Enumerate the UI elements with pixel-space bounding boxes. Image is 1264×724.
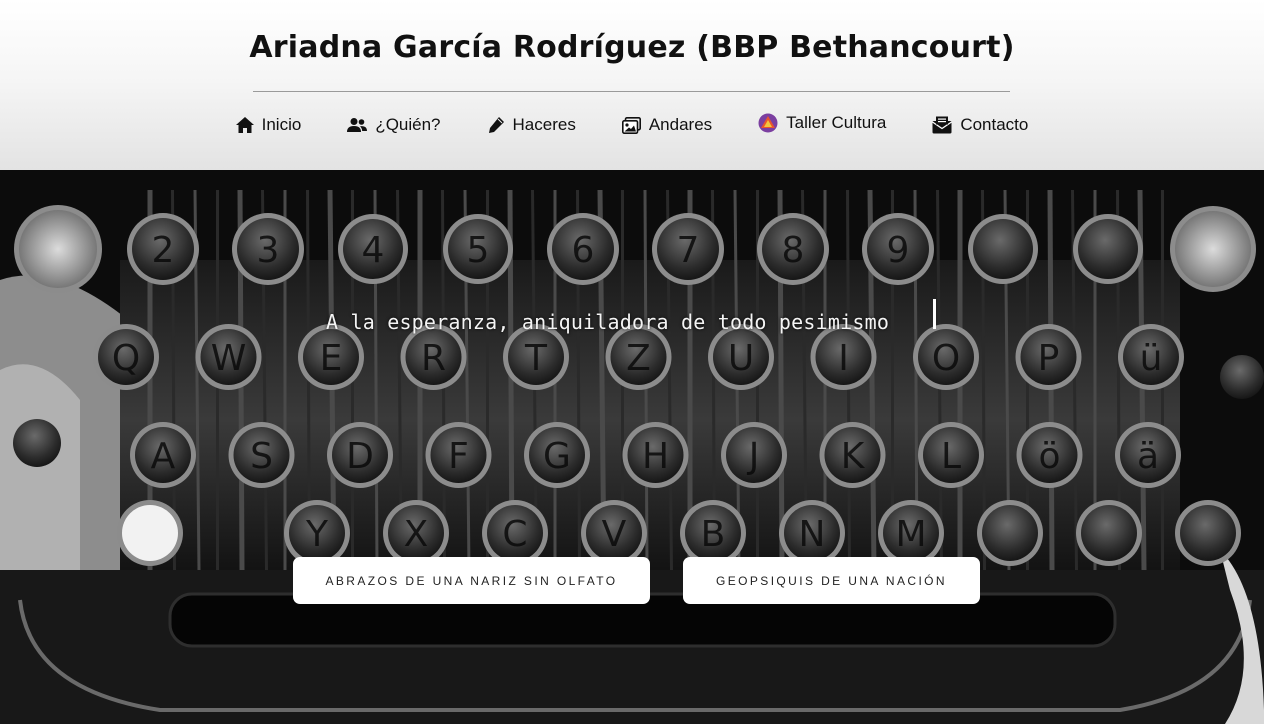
hero-quote: A la esperanza, aniquiladora de todo pes… xyxy=(326,310,890,334)
typewriter-key-label: L xyxy=(941,436,961,477)
home-icon xyxy=(235,117,254,133)
typewriter-key: 3 xyxy=(232,213,304,285)
typewriter-key: D xyxy=(327,422,393,488)
nav-item-label: ¿Quién? xyxy=(375,115,441,134)
typewriter-key-label: Q xyxy=(112,338,140,379)
typewriter-key-label: 7 xyxy=(677,230,700,271)
typewriter-key-label: D xyxy=(346,436,374,477)
typewriter-key: ö xyxy=(1016,422,1083,488)
typewriter-key-label: 3 xyxy=(257,230,280,271)
pen-icon xyxy=(487,116,505,134)
typewriter-key-label: 9 xyxy=(887,230,910,271)
typewriter-key xyxy=(1170,206,1256,292)
typewriter-key: W xyxy=(195,324,262,390)
typewriter-key-label: S xyxy=(250,436,273,477)
nav-item-andares[interactable]: Andares xyxy=(621,115,713,135)
typewriter-key-label: F xyxy=(448,436,469,477)
typewriter-key: K xyxy=(819,422,886,488)
users-icon xyxy=(347,117,368,133)
typewriter-key-label: Y xyxy=(305,514,329,555)
typewriter-key-label: T xyxy=(524,338,548,379)
typewriter-key: S xyxy=(228,422,295,488)
nav-item-label: Inicio xyxy=(261,115,302,134)
typewriter-key-label: M xyxy=(895,514,926,555)
typewriter-key: ä xyxy=(1115,422,1181,488)
typewriter-background-image: 2 3 4 5 6 7 8 9 Q W E R T Z U I O Pü A S D F G H J K Lö ä Y X C V B N M xyxy=(0,170,1264,724)
nav-item-quien[interactable]: ¿Quién? xyxy=(347,115,441,135)
nav-item-haceres[interactable]: Haceres xyxy=(487,115,576,135)
typewriter-key-label: B xyxy=(701,514,726,555)
typewriter-key xyxy=(977,500,1043,566)
typing-cursor xyxy=(933,299,936,329)
geopsiquis-button[interactable]: GEOPSIQUIS DE UNA NACIÓN xyxy=(683,557,980,604)
typewriter-key xyxy=(1175,500,1241,566)
typewriter-key: P xyxy=(1015,324,1082,390)
typewriter-key: F xyxy=(425,422,492,488)
typewriter-key-label: E xyxy=(320,338,343,379)
typewriter-key xyxy=(117,500,183,566)
typewriter-key-label: 4 xyxy=(362,230,385,271)
typewriter-key-label: ä xyxy=(1137,436,1159,477)
nav-item-label: Taller Cultura xyxy=(786,113,887,132)
typewriter-key-label: O xyxy=(932,338,960,379)
images-icon xyxy=(621,116,641,134)
typewriter-key: H xyxy=(622,422,689,488)
typewriter-key: L xyxy=(918,422,984,488)
typewriter-key: ü xyxy=(1118,324,1184,390)
typewriter-key: O xyxy=(913,324,979,390)
cultura-logo-icon xyxy=(758,113,778,133)
nav-item-label: Haceres xyxy=(512,115,576,134)
typewriter-key: 4 xyxy=(338,214,408,284)
typewriter-key-label: 2 xyxy=(152,230,175,271)
typewriter-key xyxy=(14,205,102,293)
typewriter-key: 9 xyxy=(862,213,934,285)
typewriter-key-label: J xyxy=(747,436,760,477)
typewriter-key-label: I xyxy=(838,338,849,379)
typewriter-key: G xyxy=(524,422,590,488)
nav-item-label: Contacto xyxy=(960,115,1029,134)
typewriter-key: 7 xyxy=(652,213,724,285)
typewriter-key xyxy=(1073,214,1143,284)
typewriter-key-label: V xyxy=(602,514,627,555)
typewriter-key-label: G xyxy=(543,436,571,477)
nav-item-taller-cultura[interactable]: Taller Cultura xyxy=(758,113,886,133)
typewriter-key-label: ö xyxy=(1038,436,1060,477)
site-header: Ariadna García Rodríguez (BBP Bethancour… xyxy=(0,0,1264,170)
typewriter-key: Q xyxy=(93,324,159,390)
envelope-icon xyxy=(932,116,953,134)
nav-item-label: Andares xyxy=(648,115,713,134)
typewriter-key-label: U xyxy=(728,338,754,379)
typewriter-key xyxy=(968,214,1038,284)
typewriter-key-label: 8 xyxy=(782,230,805,271)
typewriter-key: 8 xyxy=(757,213,829,285)
typewriter-key-label: ü xyxy=(1140,338,1163,379)
typewriter-key-label: 6 xyxy=(572,230,595,271)
main-nav: Inicio ¿Quién? Haceres Andares Taller Cu… xyxy=(0,108,1264,142)
typewriter-key: 5 xyxy=(443,214,513,284)
typewriter-key-label: K xyxy=(841,436,866,477)
hero-section: 2 3 4 5 6 7 8 9 Q W E R T Z U I O Pü A S D F G H J K Lö ä Y X C V B N M A … xyxy=(0,170,1264,724)
typewriter-key-label: 5 xyxy=(467,230,490,271)
title-divider xyxy=(253,91,1010,92)
typewriter-key xyxy=(1076,500,1142,566)
typewriter-key-label: C xyxy=(502,514,527,555)
abrazos-button[interactable]: ABRAZOS DE UNA NARIZ SIN OLFATO xyxy=(293,557,650,604)
typewriter-key: A xyxy=(130,422,196,488)
typewriter-key-label: W xyxy=(211,338,247,379)
typewriter-key-label: H xyxy=(642,436,669,477)
typewriter-key: 2 xyxy=(127,213,199,285)
typewriter-key-label: X xyxy=(404,514,429,555)
typewriter-key-label: R xyxy=(421,338,446,379)
typewriter-key: 6 xyxy=(547,213,619,285)
typewriter-key-label: P xyxy=(1038,338,1060,379)
typewriter-key-label: N xyxy=(799,514,826,555)
typewriter-key-label: Z xyxy=(626,338,651,379)
typewriter-key: J xyxy=(721,422,787,488)
nav-item-contacto[interactable]: Contacto xyxy=(932,115,1028,135)
site-title: Ariadna García Rodríguez (BBP Bethancour… xyxy=(249,30,1015,65)
nav-item-inicio[interactable]: Inicio xyxy=(235,115,302,135)
typewriter-key-label: A xyxy=(151,436,176,477)
